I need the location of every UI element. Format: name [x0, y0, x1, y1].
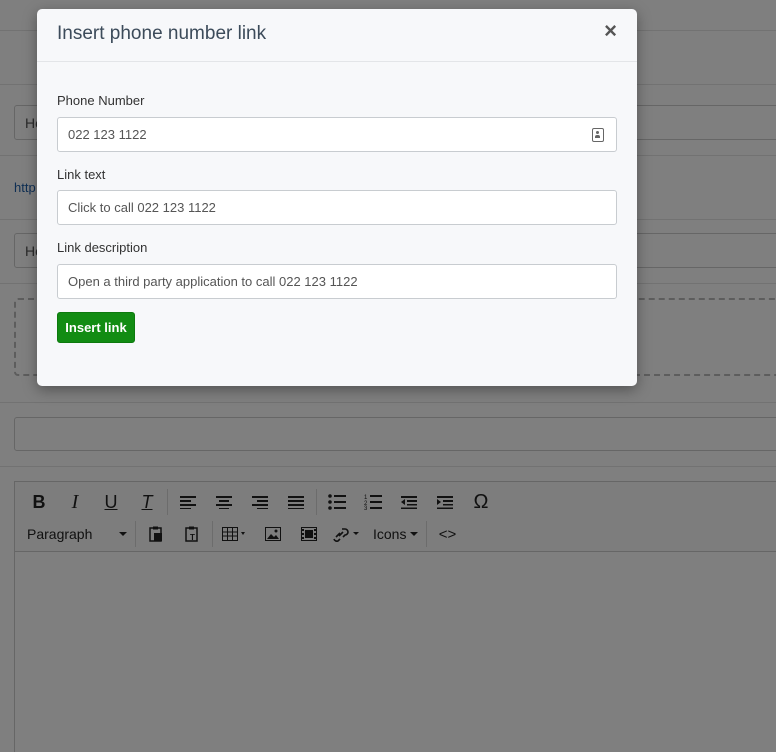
dialog-header: Insert phone number link ×: [37, 9, 637, 62]
contact-card-icon[interactable]: [592, 128, 604, 142]
insert-link-button[interactable]: Insert link: [57, 312, 135, 343]
link-text-label: Link text: [57, 167, 106, 182]
phone-number-input[interactable]: [57, 117, 617, 152]
insert-phone-link-dialog: Insert phone number link × Phone Number …: [37, 9, 637, 386]
close-icon[interactable]: ×: [604, 19, 617, 43]
phone-number-label: Phone Number: [57, 93, 145, 108]
link-description-input[interactable]: [57, 264, 617, 299]
phone-number-field-wrap: [57, 117, 617, 152]
link-description-label: Link description: [57, 240, 148, 255]
dialog-title: Insert phone number link: [57, 23, 267, 44]
link-text-input[interactable]: [57, 190, 617, 225]
